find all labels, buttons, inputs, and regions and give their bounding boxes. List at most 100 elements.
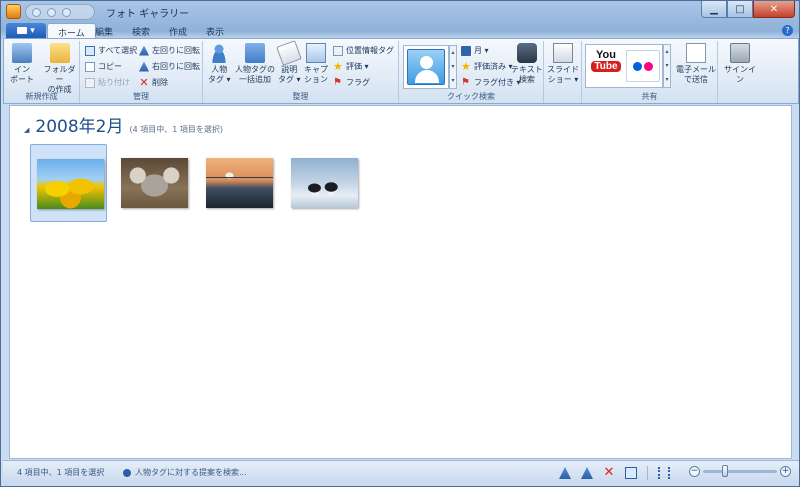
caption-icon bbox=[306, 43, 326, 63]
binoculars-icon bbox=[516, 43, 537, 63]
photo-lighthouse[interactable] bbox=[200, 144, 277, 222]
slideshow-icon bbox=[553, 43, 573, 63]
maximize-button[interactable]: □ bbox=[727, 1, 753, 18]
group-manage: すべて選択 コピー 貼り付け 左回りに回転 右回りに回転 ✕ 削除 管理 bbox=[80, 41, 203, 103]
delete-button[interactable]: ✕ 削除 bbox=[139, 77, 168, 88]
month-header: ◢ 2008年2月 (4 項目中、1 項目を選択) bbox=[24, 112, 223, 137]
window-controls: ▁ □ ✕ bbox=[701, 1, 795, 18]
flag-filter-icon: ⚑ bbox=[461, 76, 470, 88]
selection-status: 4 項目中、1 項目を選択 bbox=[17, 468, 105, 477]
batch-people-tag-button[interactable]: 人物タグの 一括追加 bbox=[235, 43, 275, 85]
group-label-new: 新規作成 bbox=[25, 92, 58, 101]
rated-filter-button[interactable]: ★ 評価済み ▾ bbox=[461, 61, 513, 72]
tab-find[interactable]: 検索 bbox=[122, 23, 160, 39]
people-tag-button[interactable]: 人物 タグ ▾ bbox=[208, 43, 231, 85]
flickr-pink-dot-icon bbox=[644, 61, 653, 71]
photo-penguins[interactable] bbox=[285, 144, 362, 222]
delete-icon[interactable]: ✕ bbox=[603, 466, 615, 479]
app-icon[interactable] bbox=[6, 4, 21, 19]
text-search-button[interactable]: テキスト 検索 bbox=[511, 43, 543, 85]
file-menu-button[interactable]: ▾ bbox=[6, 23, 46, 38]
folder-icon bbox=[49, 43, 70, 63]
email-button[interactable]: 電子メール で送信 bbox=[676, 43, 716, 85]
help-icon[interactable]: ? bbox=[782, 25, 793, 36]
youtube-button[interactable]: You Tube bbox=[590, 49, 622, 83]
photo-koala[interactable] bbox=[115, 144, 192, 222]
info-icon bbox=[123, 468, 131, 477]
signin-button[interactable]: サインイン bbox=[722, 43, 758, 85]
slideshow-button[interactable]: スライド ショー ▾ bbox=[547, 43, 579, 85]
import-icon bbox=[12, 43, 32, 63]
new-folder-button[interactable]: フォルダー の作成 bbox=[40, 43, 79, 95]
flickr-blue-dot-icon bbox=[633, 61, 642, 71]
flag-icon: ⚑ bbox=[333, 76, 342, 88]
share-gallery: You Tube bbox=[585, 44, 663, 88]
photo-browser: ◢ 2008年2月 (4 項目中、1 項目を選択) bbox=[9, 105, 792, 459]
people-filter-icon[interactable] bbox=[407, 49, 445, 85]
quick-find-gallery[interactable] bbox=[403, 45, 449, 89]
select-all-button[interactable]: すべて選択 bbox=[85, 45, 137, 56]
delete-icon: ✕ bbox=[139, 75, 149, 89]
month-count: (4 項目中、1 項目を選択) bbox=[129, 125, 223, 134]
zoom-control: − + bbox=[689, 465, 791, 477]
file-menu-icon bbox=[17, 27, 28, 34]
group-organize: 人物 タグ ▾ 人物タグの 一括追加 説明 タグ ▾ キャプ ション 位置情報タ… bbox=[203, 40, 399, 103]
ribbon-tab-row: ▾ ホーム 編集 検索 作成 表示 ? bbox=[3, 22, 799, 39]
zoom-slider-thumb[interactable] bbox=[722, 465, 729, 477]
rotate-right-icon[interactable] bbox=[581, 467, 593, 479]
close-button[interactable]: ✕ bbox=[753, 1, 795, 18]
email-icon bbox=[686, 43, 706, 63]
forward-icon[interactable] bbox=[47, 7, 56, 17]
month-title[interactable]: 2008年2月 bbox=[35, 112, 123, 137]
caption-button[interactable]: キャプ ション bbox=[304, 43, 328, 85]
quick-access-toolbar bbox=[25, 4, 95, 20]
rotate-left-button[interactable]: 左回りに回転 bbox=[139, 45, 200, 56]
window-title: フォト ギャラリー bbox=[106, 9, 190, 20]
person-icon bbox=[209, 43, 230, 63]
paste-button[interactable]: 貼り付け bbox=[85, 77, 130, 88]
group-new: イン ポート フォルダー の作成 新規作成 bbox=[4, 41, 80, 103]
people-tag-suggest-link[interactable]: 人物タグに対する提案を検索... bbox=[123, 467, 247, 478]
rotate-right-button[interactable]: 右回りに回転 bbox=[139, 61, 200, 72]
dropdown-arrow-icon: ▾ bbox=[30, 25, 35, 36]
caption-tag-button[interactable]: 説明 タグ ▾ bbox=[276, 40, 303, 85]
group-label-quick-find: クイック検索 bbox=[447, 92, 495, 101]
back-icon[interactable] bbox=[32, 7, 41, 17]
undo-icon[interactable] bbox=[62, 7, 71, 17]
quick-find-gallery-scroll[interactable]: ▴ ▾ ▾ bbox=[449, 45, 457, 89]
rotate-left-icon[interactable] bbox=[559, 467, 571, 479]
collapse-month-icon[interactable]: ◢ bbox=[24, 126, 29, 134]
title-bar: フォト ギャラリー ▁ □ ✕ bbox=[1, 1, 799, 22]
flag-button[interactable]: ⚑ フラグ bbox=[333, 77, 370, 88]
calendar-icon bbox=[461, 45, 471, 56]
copy-button[interactable]: コピー bbox=[85, 61, 122, 72]
lighthouse-thumbnail bbox=[206, 158, 273, 208]
tab-create[interactable]: 作成 bbox=[159, 23, 197, 39]
tag-icon bbox=[276, 40, 303, 66]
zoom-out-button[interactable]: − bbox=[689, 466, 700, 477]
share-gallery-scroll[interactable]: ▴ ▾ ▾ bbox=[663, 44, 671, 88]
photo-gallery-window: フォト ギャラリー ▁ □ ✕ ▾ ホーム 編集 検索 作成 表示 ? イン ポ… bbox=[0, 0, 800, 487]
slideshow-icon[interactable] bbox=[625, 467, 637, 479]
tab-edit[interactable]: 編集 bbox=[85, 23, 123, 39]
photo-tulips[interactable] bbox=[30, 144, 107, 222]
month-filter-button[interactable]: 月 ▾ bbox=[461, 45, 489, 56]
zoom-in-button[interactable]: + bbox=[780, 466, 791, 477]
minimize-button[interactable]: ▁ bbox=[701, 1, 727, 18]
tab-view[interactable]: 表示 bbox=[196, 23, 234, 39]
zoom-slider-track[interactable] bbox=[703, 465, 777, 477]
group-label-organize: 整理 bbox=[292, 92, 309, 101]
details-view-icon[interactable] bbox=[658, 467, 670, 479]
import-button[interactable]: イン ポート bbox=[10, 43, 34, 85]
flickr-button[interactable] bbox=[626, 50, 660, 82]
paste-icon bbox=[85, 77, 95, 88]
tulips-thumbnail bbox=[37, 159, 104, 209]
rating-button[interactable]: ★ 評価 ▾ bbox=[333, 61, 369, 72]
batch-people-icon bbox=[245, 43, 265, 63]
status-divider bbox=[647, 466, 648, 480]
group-slideshow: スライド ショー ▾ bbox=[544, 41, 582, 103]
geotag-icon bbox=[333, 45, 343, 56]
geotag-button[interactable]: 位置情報タグ bbox=[333, 45, 394, 56]
group-label-share: 共有 bbox=[641, 92, 658, 101]
group-label-manage: 管理 bbox=[133, 92, 149, 101]
